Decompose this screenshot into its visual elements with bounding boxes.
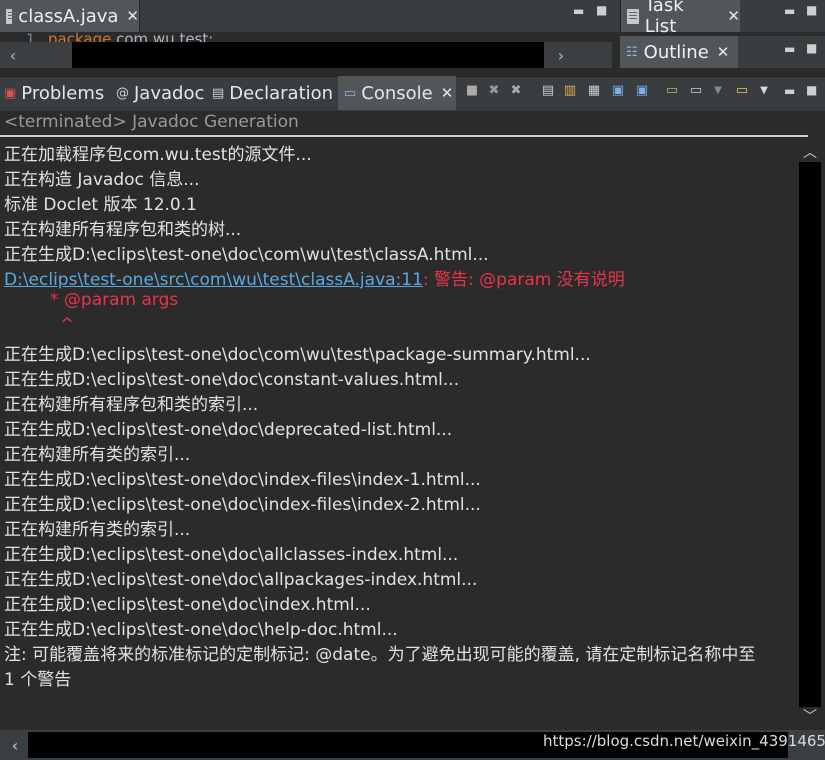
maximize-icon[interactable]: ■ (806, 41, 817, 55)
code-text: com.wu.test; (111, 30, 214, 42)
scroll-left-icon[interactable]: ‹ (0, 42, 26, 68)
tab-label: Javadoc (134, 82, 205, 104)
minimize-icon[interactable]: ▬ (573, 4, 584, 18)
console-scroll-thumb[interactable] (799, 162, 821, 707)
clear-console-icon[interactable]: ▤ (538, 80, 558, 100)
open-console-icon[interactable]: ▭ (732, 80, 752, 100)
outline-label: Outline (643, 41, 709, 63)
console-line: 正在生成D:\eclips\test-one\doc\index-files\i… (4, 495, 481, 515)
chevron-down-icon[interactable]: ▼ (754, 80, 774, 100)
console-line: 正在生成D:\eclips\test-one\doc\com\wu\test\c… (4, 245, 489, 265)
code-line[interactable]: package com.wu.test; (48, 30, 213, 42)
watermark: https://blog.csdn.net/weixin_43914658 (543, 732, 825, 750)
tab-label: Console (361, 82, 433, 104)
minimize-icon[interactable]: ▬ (784, 4, 795, 18)
source-link[interactable]: D:\eclips\test-one\src\com\wu\test\class… (4, 270, 423, 290)
console-line: 正在生成D:\eclips\test-one\doc\help-doc.html… (4, 620, 398, 640)
divider (0, 135, 808, 137)
editor-scroll-thumb[interactable] (72, 42, 544, 68)
console-line: 标准 Doclet 版本 12.0.1 (4, 195, 197, 215)
tab-declaration[interactable]: ▤ Declaration (212, 76, 333, 110)
tab-task-list[interactable]: Task List ✕ (620, 0, 740, 37)
console-line: 正在构建所有程序包和类的树... (4, 220, 242, 240)
tab-console[interactable]: ▭ Console ✕ (338, 76, 456, 110)
console-line: 1 个警告 (4, 670, 72, 690)
close-icon[interactable]: ✕ (727, 7, 740, 25)
tab-label: Problems (21, 82, 105, 104)
tab-problems[interactable]: ▣ Problems (4, 76, 104, 110)
console-line: 正在生成D:\eclips\test-one\doc\deprecated-li… (4, 420, 453, 440)
declaration-icon: ▤ (212, 85, 225, 101)
display-console-icon[interactable]: ▭ (686, 80, 706, 100)
console-line: 正在构建所有类的索引... (4, 445, 191, 465)
java-file-icon (6, 8, 17, 24)
console-line: 正在生成D:\eclips\test-one\doc\allclasses-in… (4, 545, 459, 565)
word-wrap-icon[interactable]: ▦ (584, 80, 604, 100)
console-output[interactable]: 正在加载程序包com.wu.test的源文件... 正在构造 Javadoc 信… (0, 138, 797, 730)
scroll-left-icon[interactable]: ‹ (4, 732, 26, 758)
console-line: 正在构建所有程序包和类的索引... (4, 395, 259, 415)
problems-icon: ▣ (4, 85, 17, 101)
tab-javadoc[interactable]: @ Javadoc (116, 76, 204, 110)
scroll-right-icon[interactable]: › (548, 42, 574, 68)
console-line: 正在生成D:\eclips\test-one\doc\index-files\i… (4, 470, 481, 490)
close-icon[interactable]: ✕ (717, 43, 730, 61)
close-icon[interactable]: ✕ (126, 7, 139, 25)
scroll-up-icon[interactable]: ︿ (800, 142, 820, 162)
close-icon[interactable]: ✕ (441, 84, 454, 102)
pin-console-icon[interactable]: ▭ (662, 80, 682, 100)
editor-tab-label: classA.java (18, 5, 119, 27)
outline-icon: ☷ (626, 44, 638, 60)
minimize-icon[interactable]: ▬ (784, 42, 795, 56)
maximize-icon[interactable]: ■ (596, 3, 607, 17)
maximize-icon[interactable]: ■ (806, 83, 817, 97)
console-line: 注: 可能覆盖将来的标准标记的定制标记: @date。为了避免出现可能的覆盖, … (4, 645, 756, 665)
scroll-down-icon[interactable]: ﹀ (800, 706, 820, 726)
console-line: 正在构造 Javadoc 信息... (4, 170, 200, 190)
task-list-label: Task List (644, 0, 684, 37)
tab-label: Declaration (229, 82, 334, 104)
remove-all-icon[interactable]: ✖ (506, 80, 526, 100)
console-line: 正在生成D:\eclips\test-one\doc\com\wu\test\p… (4, 345, 591, 365)
show-on-output-icon[interactable]: ▣ (608, 80, 628, 100)
console-status: <terminated> Javadoc Generation (4, 112, 299, 132)
javadoc-icon: @ (116, 85, 129, 101)
console-icon: ▭ (344, 85, 357, 101)
maximize-icon[interactable]: ■ (806, 3, 817, 17)
scroll-lock-icon[interactable]: ▥ (560, 80, 580, 100)
warning-line: D:\eclips\test-one\src\com\wu\test\class… (4, 265, 625, 290)
console-line: 正在构建所有类的索引... (4, 520, 191, 540)
tab-outline[interactable]: ☷ Outline ✕ (620, 36, 738, 68)
stop-icon[interactable]: ■ (462, 80, 482, 100)
console-line: 正在生成D:\eclips\test-one\doc\allpackages-i… (4, 570, 478, 590)
chevron-down-icon[interactable]: ▼ (708, 80, 728, 100)
task-list-icon (627, 8, 639, 24)
warning-message: : 警告: @param 没有说明 (422, 270, 625, 290)
minimize-icon[interactable]: ▬ (784, 84, 795, 98)
console-line: 正在加载程序包com.wu.test的源文件... (4, 145, 312, 165)
console-line: 正在生成D:\eclips\test-one\doc\constant-valu… (4, 370, 460, 390)
show-on-error-icon[interactable]: ▣ (632, 80, 652, 100)
console-line: 正在生成D:\eclips\test-one\doc\index.html... (4, 595, 371, 615)
code-keyword: package (48, 30, 112, 42)
warning-detail: * @param args (50, 290, 179, 310)
editor-tab-classA[interactable]: classA.java ✕ (0, 0, 140, 32)
remove-launch-icon[interactable]: ✖ (484, 80, 504, 100)
warning-caret: ^ (60, 315, 75, 335)
